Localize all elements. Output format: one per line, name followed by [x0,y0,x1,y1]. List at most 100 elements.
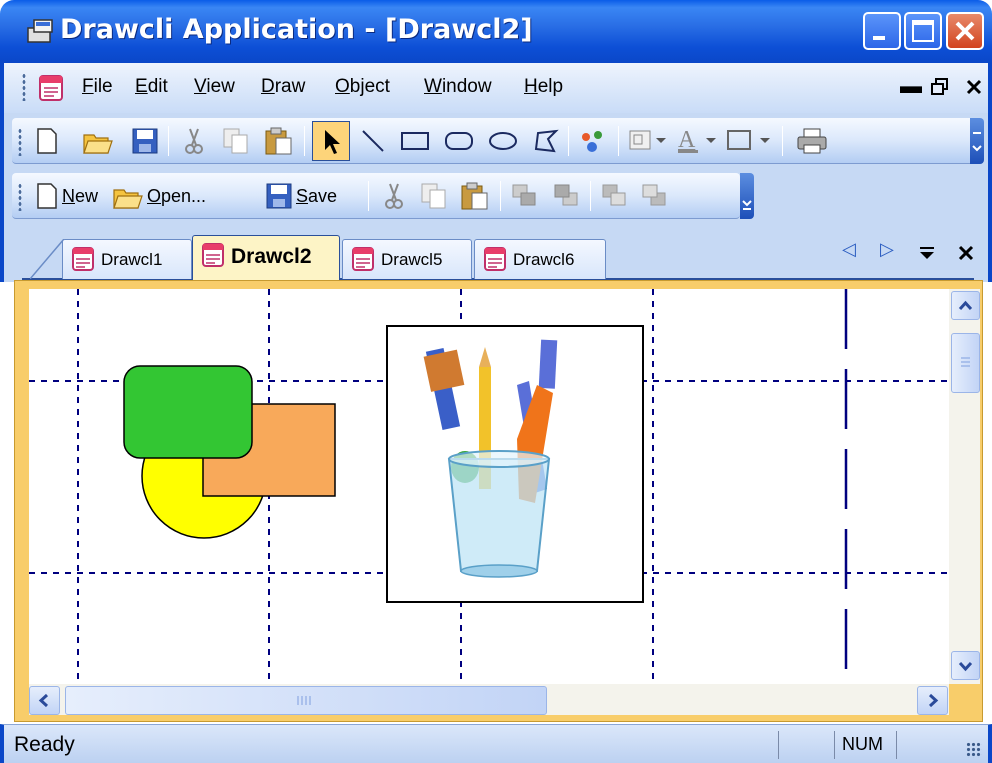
toolbar-separator [368,181,369,211]
move-forward-icon[interactable] [600,182,630,210]
horizontal-scroll-thumb[interactable] [65,686,547,715]
close-icon [955,21,975,41]
move-back-icon[interactable] [640,182,670,210]
scroll-right-icon[interactable]: ▷ [880,239,894,260]
ole-picture-object[interactable] [386,325,644,603]
save-icon[interactable] [132,128,158,154]
document-icon [352,247,374,271]
horizontal-scrollbar[interactable] [29,684,949,715]
send-to-back-icon[interactable] [552,182,582,210]
menu-object[interactable]: Object [335,76,390,98]
document-icon [202,243,224,267]
chevron-left-icon [38,693,49,708]
toolbar-overflow-chevron[interactable] [970,118,984,164]
restore-child-icon[interactable] [930,77,950,97]
tab-drawcl6[interactable]: Drawcl6 [474,239,606,279]
scroll-right-button[interactable] [917,686,948,715]
save-icon[interactable] [266,183,292,209]
ellipse-icon[interactable] [488,130,518,152]
rounded-rectangle-icon[interactable] [444,130,474,152]
toolbar-separator [168,126,169,156]
status-pane-divider [896,731,897,759]
print-icon[interactable] [796,127,828,155]
toolbar-separator [782,126,783,156]
grip-icon [297,696,311,705]
tab-slant [30,239,65,279]
new-icon[interactable] [36,182,58,210]
toolbar-grip[interactable] [18,183,22,211]
tab-label: Drawcl6 [513,250,575,269]
menu-file[interactable]: File [82,76,113,98]
ole-object-icon[interactable] [578,127,608,155]
rounded-rectangle-shape[interactable] [123,365,253,459]
toolbar-row-1: A [0,113,992,169]
border-icon[interactable] [726,128,774,154]
tab-drawcl2[interactable]: Drawcl2 [192,235,340,280]
scroll-left-icon[interactable]: ◁ [842,239,856,260]
polygon-icon[interactable] [532,127,560,155]
status-text: Ready [14,733,75,756]
minimize-icon [873,36,885,40]
menubar-grip[interactable] [22,73,26,101]
vertical-scrollbar[interactable] [949,289,980,684]
bring-to-front-icon[interactable] [510,182,540,210]
document-icon[interactable] [38,74,64,102]
drawing-canvas[interactable] [29,289,949,684]
tab-list-icon[interactable] [918,245,936,261]
new-icon[interactable] [36,127,58,155]
close-button[interactable] [946,12,984,50]
scroll-up-button[interactable] [951,291,980,320]
standard-toolbar: New Open... Save [12,173,740,219]
chevron-right-icon [928,693,939,708]
line-icon[interactable] [360,128,386,154]
vertical-scroll-thumb[interactable] [951,333,980,393]
tab-label: Drawcl5 [381,250,443,269]
toolbar-separator [500,181,501,211]
select-arrow-icon [325,130,340,154]
grip-icon [961,357,970,367]
minimize-child-icon[interactable]: ▬ [900,73,922,99]
scroll-down-button[interactable] [951,651,980,680]
open-icon[interactable] [82,127,114,155]
toolbar-row-2: New Open... Save [0,169,992,225]
paste-icon[interactable] [460,181,490,211]
menu-view[interactable]: View [194,76,235,98]
rectangle-icon[interactable] [400,130,430,152]
new-button[interactable]: New [62,186,98,207]
menu-window[interactable]: Window [424,76,492,98]
menu-draw[interactable]: Draw [261,76,305,98]
open-button[interactable]: Open... [147,186,206,207]
toolbar-grip[interactable] [18,128,22,156]
title-bar[interactable]: Drawcli Application - [Drawcl2] [0,0,992,63]
num-lock-indicator: NUM [842,734,883,754]
cut-icon[interactable] [182,127,206,155]
menu-edit[interactable]: Edit [135,76,168,98]
document-icon [484,247,506,271]
save-button[interactable]: Save [296,186,337,207]
chevron-down-icon [742,200,752,210]
toolbar-separator [618,126,619,156]
maximize-button[interactable] [904,12,942,50]
toolbar-separator [304,126,305,156]
status-pane-divider [834,731,835,759]
paste-icon[interactable] [264,126,294,156]
close-child-icon[interactable] [966,79,982,95]
svg-text:A: A [678,127,696,153]
copy-icon[interactable] [222,127,250,155]
tab-drawcl1[interactable]: Drawcl1 [62,239,192,279]
fill-color-icon[interactable] [628,128,668,154]
menu-help[interactable]: Help [524,76,563,98]
minimize-button[interactable] [863,12,901,50]
select-tool-button[interactable] [312,121,350,161]
scroll-left-button[interactable] [29,686,60,715]
copy-icon[interactable] [420,182,448,210]
open-icon[interactable] [112,182,144,210]
cut-icon[interactable] [382,182,406,210]
line-color-icon[interactable]: A [676,126,718,156]
close-tab-icon[interactable] [958,245,974,261]
app-icon[interactable] [26,18,54,44]
toolbar-overflow-chevron[interactable] [740,173,754,219]
tab-drawcl5[interactable]: Drawcl5 [342,239,472,279]
resize-grip[interactable] [966,742,982,758]
document-tabs: Drawcl1 Drawcl2 Drawcl5 Drawcl6 ◁ ▷ [0,225,992,282]
